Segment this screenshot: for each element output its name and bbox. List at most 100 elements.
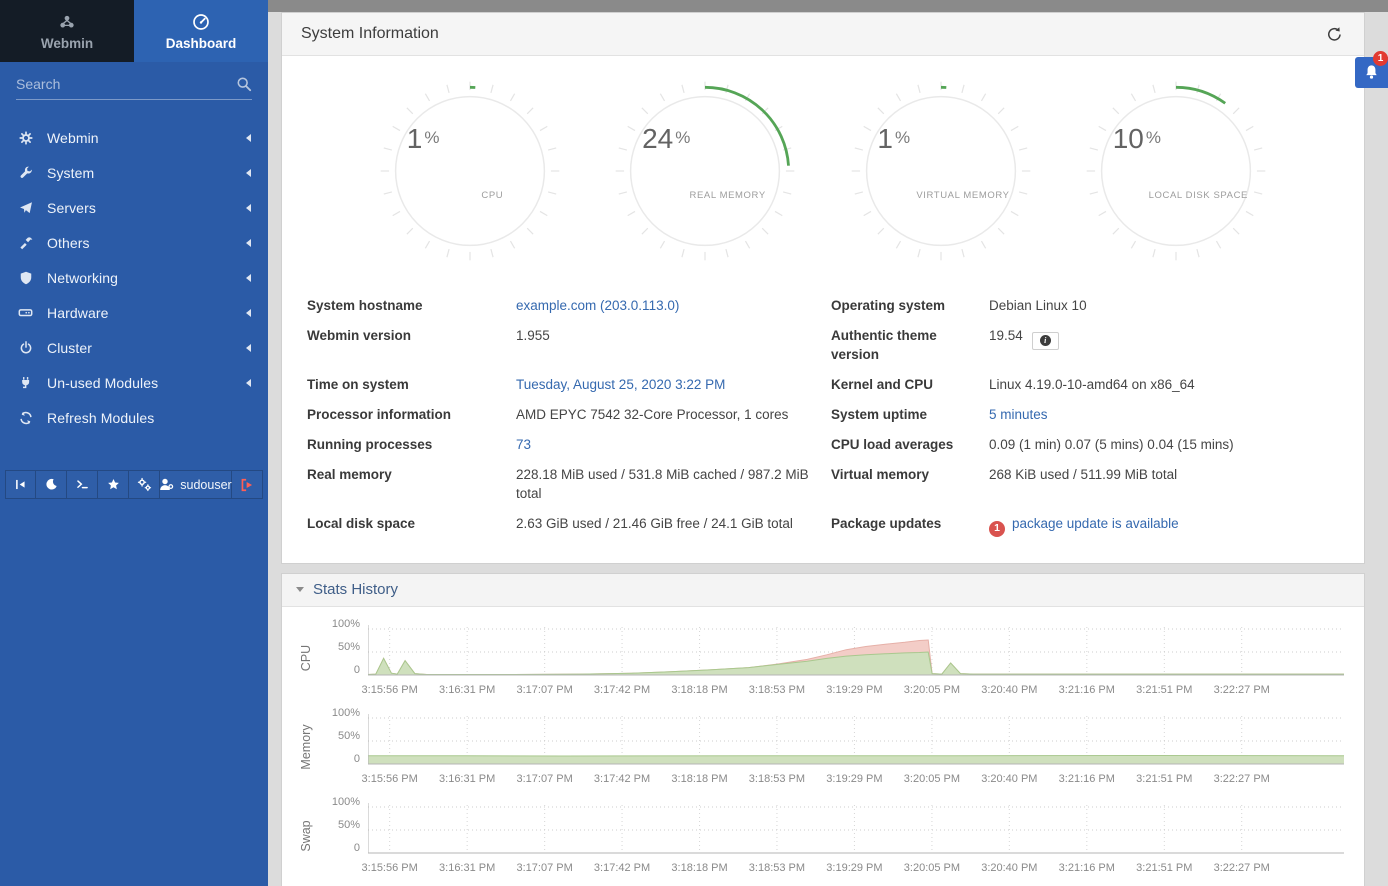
gauge-value: 1% (407, 123, 440, 155)
info-value-link[interactable]: Tuesday, August 25, 2020 3:22 PM (516, 377, 725, 392)
chevron-left-icon (246, 239, 251, 247)
logout-icon (240, 478, 254, 492)
chart-x-axis: 3:15:56 PM3:16:31 PM3:17:07 PM3:17:42 PM… (368, 679, 1344, 699)
x-tick-label: 3:21:51 PM (1136, 773, 1192, 785)
sidebar: Webmin Dashboard Webmin SystemServersOther… (0, 0, 268, 886)
search-input[interactable] (16, 76, 236, 92)
info-label: Local disk space (307, 514, 516, 537)
info-value-cell: Tuesday, August 25, 2020 3:22 PM (516, 375, 831, 394)
tab-dashboard[interactable]: Dashboard (134, 0, 268, 62)
x-tick-label: 3:18:18 PM (671, 684, 727, 696)
x-tick-label: 3:15:56 PM (362, 684, 418, 696)
logout-button[interactable] (232, 470, 263, 499)
stats-history-panel: Stats History CPU100%50%03:15:56 PM3:16:… (281, 573, 1365, 886)
gauge-label: CPU (422, 190, 563, 201)
theme-settings-button[interactable] (129, 470, 160, 499)
sidebar-item-servers[interactable]: Servers (0, 190, 268, 225)
info-label: Authentic theme version (831, 326, 989, 364)
collapse-icon (14, 478, 27, 491)
system-info-table: System hostnameexample.com (203.0.113.0)… (282, 266, 1364, 563)
system-information-panel: System Information 1%CPU24%REAL MEMORY1%… (281, 12, 1365, 564)
terminal-button[interactable] (67, 470, 98, 499)
info-value-cell: AMD EPYC 7542 32-Core Processor, 1 cores (516, 405, 831, 424)
username-label: sudouser (180, 478, 231, 492)
gauge-label: VIRTUAL MEMORY (892, 190, 1033, 201)
system-information-header: System Information (282, 13, 1364, 56)
x-tick-label: 3:21:16 PM (1059, 773, 1115, 785)
notifications-button[interactable]: 1 (1355, 57, 1388, 88)
chevron-left-icon (246, 309, 251, 317)
chart-y-tick-labels: 100%50%0 (320, 623, 368, 679)
search-icon[interactable] (236, 76, 252, 92)
chart-cpu: CPU100%50%03:15:56 PM3:16:31 PM3:17:07 P… (292, 623, 1344, 699)
x-tick-label: 3:17:42 PM (594, 684, 650, 696)
info-button[interactable]: i (1032, 332, 1059, 350)
info-value: 19.54 (989, 328, 1023, 343)
favorites-button[interactable] (98, 470, 129, 499)
package-updates-badge: 1 (989, 521, 1005, 537)
info-value-link[interactable]: package update is available (1012, 516, 1179, 531)
sidebar-item-system[interactable]: System (0, 155, 268, 190)
tab-label: Dashboard (166, 36, 237, 51)
sidebar-item-label: Refresh Modules (47, 410, 154, 426)
x-tick-label: 3:21:51 PM (1136, 862, 1192, 874)
sidebar-item-label: Un-used Modules (47, 375, 158, 391)
info-value: Debian Linux 10 (989, 298, 1087, 313)
info-value-cell: 19.54 i (989, 326, 1344, 364)
sidebar-item-label: Webmin (47, 130, 99, 146)
x-tick-label: 3:21:51 PM (1136, 684, 1192, 696)
x-tick-label: 3:16:31 PM (439, 773, 495, 785)
info-value: Linux 4.19.0-10-amd64 on x86_64 (989, 377, 1195, 392)
sidebar-item-networking[interactable]: Networking (0, 260, 268, 295)
info-value-cell: Debian Linux 10 (989, 296, 1344, 315)
x-tick-label: 3:18:18 PM (671, 862, 727, 874)
chart-plot-area: 3:15:56 PM3:16:31 PM3:17:07 PM3:17:42 PM… (368, 712, 1344, 788)
sidebar-item-webmin[interactable]: Webmin (0, 120, 268, 155)
sidebar-item-label: Cluster (47, 340, 92, 356)
sidebar-item-cluster[interactable]: Cluster (0, 330, 268, 365)
refresh-button[interactable] (1323, 23, 1345, 45)
info-value-link[interactable]: 73 (516, 437, 531, 452)
chart-y-axis-title: CPU (292, 623, 320, 699)
x-tick-label: 3:21:16 PM (1059, 684, 1115, 696)
stats-charts: CPU100%50%03:15:56 PM3:16:31 PM3:17:07 P… (282, 607, 1364, 886)
sidebar-item-un-used-modules[interactable]: Un-used Modules (0, 365, 268, 400)
sidebar-item-refresh-modules[interactable]: Refresh Modules (0, 400, 268, 435)
tab-label: Webmin (41, 36, 93, 51)
x-tick-label: 3:22:27 PM (1214, 862, 1270, 874)
stats-history-header[interactable]: Stats History (282, 574, 1364, 607)
info-value: 2.63 GiB used / 21.46 GiB free / 24.1 Gi… (516, 516, 793, 531)
info-icon: i (1040, 335, 1051, 346)
collapse-sidebar-button[interactable] (5, 470, 36, 499)
x-tick-label: 3:19:29 PM (826, 862, 882, 874)
x-tick-label: 3:20:40 PM (981, 773, 1037, 785)
chart-memory: Memory100%50%03:15:56 PM3:16:31 PM3:17:0… (292, 712, 1344, 788)
gauge-value: 10% (1113, 123, 1161, 155)
x-tick-label: 3:19:29 PM (826, 773, 882, 785)
wrench-icon (17, 164, 34, 181)
sidebar-nav: Webmin SystemServersOthersNetworkingHardw… (0, 120, 268, 435)
x-tick-label: 3:18:18 PM (671, 773, 727, 785)
x-tick-label: 3:16:31 PM (439, 862, 495, 874)
bell-icon (1363, 64, 1380, 81)
info-value-link[interactable]: example.com (203.0.113.0) (516, 298, 679, 313)
info-label: Processor information (307, 405, 516, 424)
info-value-cell: 1.955 (516, 326, 831, 364)
tab-webmin[interactable]: Webmin (0, 0, 134, 62)
x-tick-label: 3:17:42 PM (594, 862, 650, 874)
top-strip (268, 0, 1388, 12)
dashboard-gauge-icon (191, 12, 211, 32)
info-value-cell: 2.63 GiB used / 21.46 GiB free / 24.1 Gi… (516, 514, 831, 537)
gear-icon (17, 129, 34, 146)
sidebar-item-hardware[interactable]: Hardware (0, 295, 268, 330)
info-value: AMD EPYC 7542 32-Core Processor, 1 cores (516, 407, 788, 422)
sidebar-item-others[interactable]: Others (0, 225, 268, 260)
chart-x-axis: 3:15:56 PM3:16:31 PM3:17:07 PM3:17:42 PM… (368, 857, 1344, 877)
night-mode-button[interactable] (36, 470, 67, 499)
x-tick-label: 3:20:40 PM (981, 862, 1037, 874)
gauge-ring (612, 78, 798, 264)
main-content: System Information 1%CPU24%REAL MEMORY1%… (268, 0, 1388, 886)
user-account-button[interactable]: sudouser (160, 470, 232, 499)
info-value-link[interactable]: 5 minutes (989, 407, 1048, 422)
gauge-label: REAL MEMORY (657, 190, 798, 201)
